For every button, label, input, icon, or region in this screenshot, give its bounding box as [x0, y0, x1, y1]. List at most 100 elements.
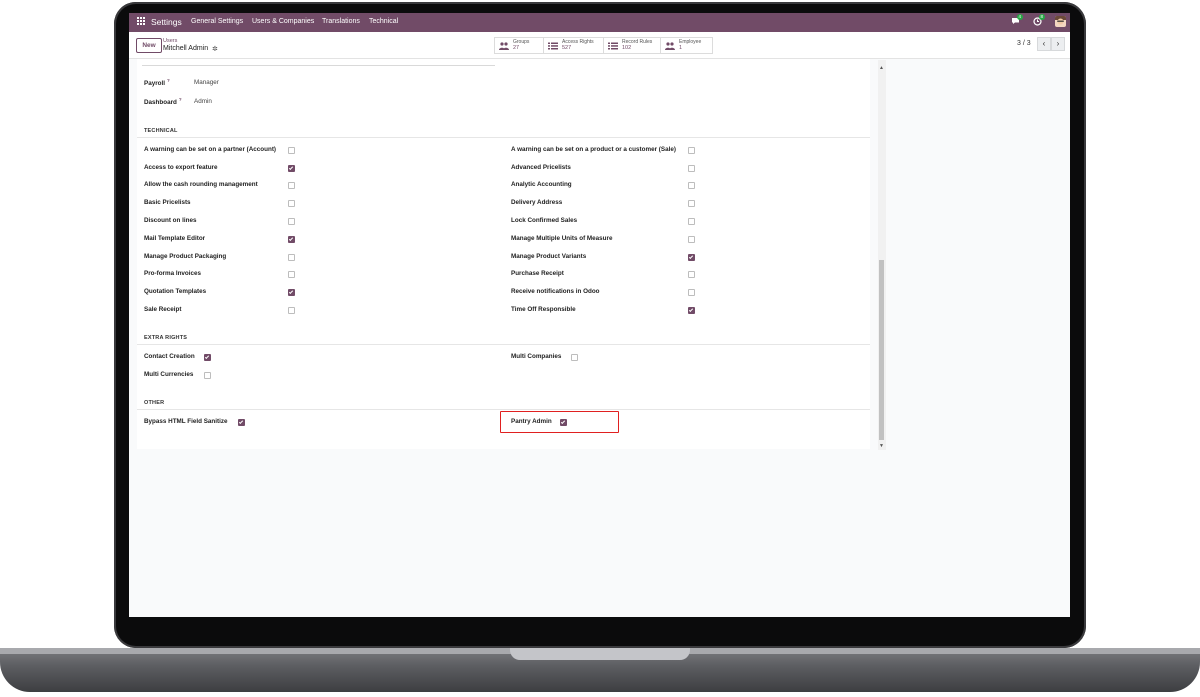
smart-button-record-rules[interactable]: Record Rules 102: [603, 37, 662, 54]
checkbox[interactable]: [288, 306, 295, 314]
smart-value: 27: [513, 45, 520, 51]
checkbox[interactable]: [288, 253, 295, 261]
pager-previous-button[interactable]: ‹: [1037, 37, 1051, 51]
checkbox-label: Receive notifications in Odoo: [511, 288, 600, 295]
smart-value: 527: [562, 45, 572, 51]
checkbox[interactable]: [688, 306, 695, 314]
checkbox-label: Multi Currencies: [144, 371, 194, 378]
activity-badge: 8: [1039, 14, 1045, 20]
checkbox[interactable]: [688, 217, 695, 225]
checkbox[interactable]: [688, 253, 695, 261]
smart-button-access-rights[interactable]: Access Rights 527: [543, 37, 605, 54]
scroll-up-arrow-icon[interactable]: ▲: [879, 65, 884, 71]
payroll-label: Payroll?: [144, 78, 170, 88]
list-icon: [548, 42, 558, 50]
checkbox-label: Delivery Address: [511, 199, 563, 206]
top-navbar: Settings General Settings Users & Compan…: [129, 13, 1070, 32]
checkbox[interactable]: [688, 146, 695, 154]
checkbox-label: Purchase Receipt: [511, 270, 564, 277]
apps-menu-icon[interactable]: [137, 17, 145, 25]
menu-general-settings[interactable]: General Settings: [191, 18, 243, 25]
checkbox-label: A warning can be set on a product or a c…: [511, 146, 676, 153]
checkbox[interactable]: [204, 371, 211, 379]
section-technical: TECHNICAL: [144, 128, 178, 134]
scroll-down-arrow-icon[interactable]: ▼: [879, 443, 884, 449]
highlight-box: [500, 411, 619, 433]
checkbox-label: Analytic Accounting: [511, 181, 572, 188]
smart-button-groups[interactable]: Groups 27: [494, 37, 545, 54]
checkbox[interactable]: [288, 146, 295, 154]
checkbox[interactable]: [288, 181, 295, 189]
checkbox-label: Mail Template Editor: [144, 235, 206, 242]
checkbox-label: Bypass HTML Field Sanitize: [144, 418, 228, 425]
new-button[interactable]: New: [136, 38, 162, 53]
checkbox[interactable]: [688, 270, 695, 278]
checkbox[interactable]: [688, 199, 695, 207]
checkbox-label: Discount on lines: [144, 217, 197, 224]
checkbox-label: Contact Creation: [144, 353, 195, 360]
checkbox-label: Manage Product Variants: [511, 253, 587, 260]
app-brand[interactable]: Settings: [151, 17, 182, 27]
checkbox-label: Manage Product Packaging: [144, 253, 227, 260]
checkbox-label: Quotation Templates: [144, 288, 207, 295]
pager-next-button[interactable]: ›: [1051, 37, 1065, 51]
section-divider: [137, 344, 870, 345]
checkbox[interactable]: [288, 199, 295, 207]
checkbox-label: Advanced Pricelists: [511, 164, 571, 171]
user-avatar[interactable]: [1055, 16, 1066, 27]
smart-button-employee[interactable]: Employee 1: [660, 37, 713, 54]
help-icon[interactable]: ?: [179, 97, 182, 102]
checkbox[interactable]: [238, 418, 245, 426]
payroll-value[interactable]: Manager: [194, 79, 219, 86]
checkbox-label: Access to export feature: [144, 164, 218, 171]
checkbox[interactable]: [288, 288, 295, 296]
checkbox-label: Allow the cash rounding management: [144, 181, 258, 188]
section-extra-rights: EXTRA RIGHTS: [144, 335, 188, 341]
dashboard-label: Dashboard?: [144, 97, 182, 107]
checkbox-label: Pro-forma Invoices: [144, 270, 202, 277]
dashboard-value[interactable]: Admin: [194, 98, 212, 105]
users-icon: [499, 42, 509, 50]
checkbox[interactable]: [571, 353, 578, 361]
help-icon[interactable]: ?: [167, 78, 170, 83]
gear-icon[interactable]: ✲: [212, 45, 218, 53]
chat-icon[interactable]: 4: [1011, 14, 1023, 26]
screen: Settings General Settings Users & Compan…: [129, 13, 1070, 617]
breadcrumb-users[interactable]: Users: [163, 38, 177, 44]
menu-users-companies[interactable]: Users & Companies: [252, 18, 314, 25]
checkbox-label: Basic Pricelists: [144, 199, 191, 206]
checkbox-label: Lock Confirmed Sales: [511, 217, 578, 224]
menu-translations[interactable]: Translations: [322, 18, 360, 25]
checkbox-label: Multi Companies: [511, 353, 562, 360]
scrollbar-thumb[interactable]: [879, 260, 884, 440]
scrollbar[interactable]: [878, 60, 886, 450]
checkbox[interactable]: [688, 181, 695, 189]
list-icon: [608, 42, 618, 50]
checkbox[interactable]: [288, 217, 295, 225]
checkbox[interactable]: [204, 353, 211, 361]
divider: [142, 65, 495, 66]
checkbox-label: A warning can be set on a partner (Accou…: [144, 146, 277, 153]
laptop-notch: [510, 648, 690, 660]
pager-value[interactable]: 3 / 3: [1017, 40, 1031, 47]
checkbox[interactable]: [288, 235, 295, 243]
checkbox[interactable]: [688, 235, 695, 243]
smart-label: Employee: [679, 39, 702, 45]
smart-value: 102: [622, 45, 632, 51]
section-divider: [137, 409, 870, 410]
checkbox[interactable]: [288, 270, 295, 278]
activity-clock-icon[interactable]: 8: [1033, 14, 1045, 26]
record-title: Mitchell Admin: [163, 45, 209, 52]
users-icon: [665, 42, 675, 50]
control-panel: New Users Mitchell Admin ✲ Groups 27 Acc…: [129, 32, 1070, 59]
checkbox-label: Time Off Responsible: [511, 306, 576, 313]
form-sheet: [137, 59, 870, 449]
menu-technical[interactable]: Technical: [369, 18, 398, 25]
checkbox[interactable]: [688, 164, 695, 172]
smart-value: 1: [679, 45, 683, 51]
chat-badge: 4: [1017, 14, 1023, 20]
checkbox[interactable]: [688, 288, 695, 296]
section-divider: [137, 137, 870, 138]
checkbox-label: Sale Receipt: [144, 306, 182, 313]
checkbox[interactable]: [288, 164, 295, 172]
